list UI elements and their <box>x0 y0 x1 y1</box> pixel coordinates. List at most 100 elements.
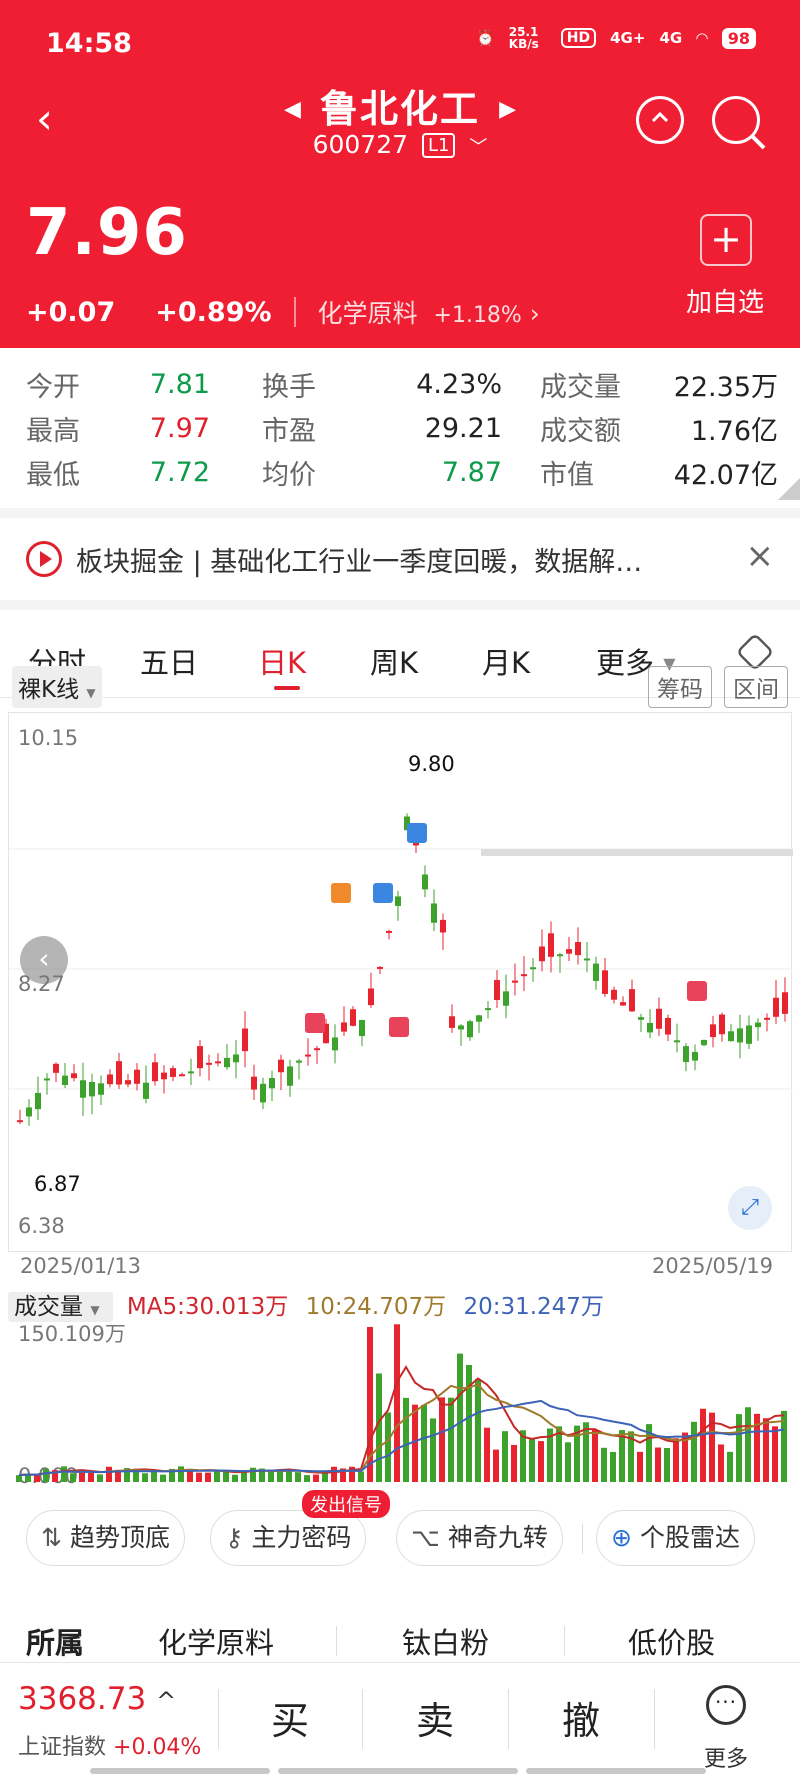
candle-body <box>368 988 374 1006</box>
volume-bar <box>718 1444 724 1482</box>
volume-bar <box>385 1412 391 1482</box>
candle-body <box>449 1016 455 1028</box>
key-icon: ⚷ <box>225 1523 244 1552</box>
add-watchlist-label[interactable]: 加自选 <box>686 282 764 319</box>
price-band <box>481 849 793 856</box>
candle-body <box>377 966 383 969</box>
candle-body <box>35 1092 41 1110</box>
stock-code: 600727 <box>312 130 409 159</box>
y-axis-bottom: 6.38 <box>18 1214 65 1238</box>
arrows-updown-icon: ⇅ <box>41 1523 62 1552</box>
buy-button[interactable]: 买 <box>218 1663 362 1778</box>
current-price: 7.96 <box>26 196 188 270</box>
candle-body <box>206 1062 212 1065</box>
volume-bar <box>736 1414 742 1482</box>
quote-label: 成交量 <box>540 371 621 403</box>
status-icons: ⏰ 25.1 KB/s HD 4G+ 4G ◠ 98 <box>476 26 756 50</box>
date-end: 2025/05/19 <box>652 1254 774 1278</box>
prev-stock-icon[interactable]: ◀ <box>284 97 301 122</box>
volume-bar <box>619 1430 625 1482</box>
volume-bar <box>700 1408 706 1482</box>
candle-body <box>134 1069 140 1084</box>
volume-bar <box>448 1397 454 1482</box>
alarm-icon: ⏰ <box>476 29 495 47</box>
kline-type-select[interactable]: 裸K线 ▼ <box>12 666 102 708</box>
sector-item[interactable]: 钛白粉 <box>402 1620 489 1662</box>
candle-body <box>89 1082 95 1097</box>
stock-radar-button[interactable]: ⊕ 个股雷达 <box>596 1510 755 1566</box>
next-stock-icon[interactable]: ▶ <box>499 97 516 122</box>
close-icon[interactable]: × <box>746 536 775 576</box>
range-button[interactable]: 区间 <box>724 666 788 708</box>
high-price-label: 9.80 <box>408 752 455 776</box>
tab-monthly-k[interactable]: 月K <box>482 640 530 682</box>
volume-bar <box>79 1472 85 1482</box>
tab-five-day[interactable]: 五日 <box>140 640 198 682</box>
chevron-down-icon: ﹀ <box>469 137 488 158</box>
sector-link[interactable]: 化学原料 +1.18% › <box>318 294 540 330</box>
stock-header: 14:58 ⏰ 25.1 KB/s HD 4G+ 4G ◠ 98 ‹ ◀ 鲁北化… <box>0 0 800 348</box>
index-name: 上证指数 +0.04% <box>18 1729 201 1761</box>
volume-bar <box>493 1449 499 1482</box>
nav-bar <box>278 1768 518 1774</box>
volume-bar <box>601 1447 607 1482</box>
sector-row: 所属 化学原料 钛白粉 低价股 <box>0 1606 800 1666</box>
candle-body <box>782 992 788 1014</box>
candle-body <box>359 1020 365 1037</box>
signal-marker <box>331 883 351 903</box>
candle-body <box>728 1031 734 1042</box>
low-price-label: 6.87 <box>34 1172 81 1196</box>
candle-body <box>701 1039 707 1046</box>
volume-bar <box>268 1470 274 1482</box>
quote-grid: 今开 7.81 换手 4.23% 成交量 22.35万 最高 7.97 市盈 2… <box>26 362 778 494</box>
index-value[interactable]: 3368.73 ^ <box>18 1681 176 1717</box>
volume-bar <box>88 1472 94 1482</box>
news-banner[interactable]: 板块掘金 | 基础化工行业一季度回暖，数据解… × <box>0 518 800 600</box>
candle-body <box>242 1028 248 1052</box>
tab-weekly-k[interactable]: 周K <box>370 640 418 682</box>
net-speed: 25.1 KB/s <box>508 25 539 51</box>
volume-bar <box>196 1472 202 1482</box>
main-force-code-button[interactable]: ⚷ 主力密码 <box>210 1510 367 1566</box>
signal-4g-icon: 4G <box>659 29 683 47</box>
refresh-icon[interactable] <box>636 96 684 144</box>
expand-corner-icon[interactable] <box>778 478 800 500</box>
candle-body <box>17 1120 23 1123</box>
chevron-left-icon[interactable]: ‹ <box>20 936 68 984</box>
candle-body <box>296 1060 302 1063</box>
volume-bar <box>403 1397 409 1482</box>
volume-bar <box>637 1451 643 1482</box>
candle-body <box>116 1061 122 1085</box>
quote-row: 今开 7.81 换手 4.23% 成交量 22.35万 <box>26 362 778 406</box>
more-icon[interactable]: ··· <box>706 1685 746 1725</box>
volume-bar <box>16 1475 22 1482</box>
fullscreen-icon[interactable]: ⤢ <box>728 1186 772 1230</box>
volume-bar <box>592 1429 598 1482</box>
candle-body <box>485 1008 491 1011</box>
tab-daily-k[interactable]: 日K <box>258 640 306 690</box>
chips-button[interactable]: 筹码 <box>648 666 712 708</box>
cancel-order-button[interactable]: 撤 <box>508 1663 654 1778</box>
volume-bar <box>331 1466 337 1482</box>
quote-row: 最低 7.72 均价 7.87 市值 42.07亿 <box>26 450 778 494</box>
add-watchlist-button[interactable]: + <box>700 214 752 266</box>
sector-item[interactable]: 低价股 <box>628 1620 715 1662</box>
candle-body <box>710 1024 716 1038</box>
candle-body <box>197 1046 203 1069</box>
volume-bar <box>313 1474 319 1482</box>
kline-chart[interactable] <box>8 712 793 1252</box>
sell-button[interactable]: 卖 <box>362 1663 508 1778</box>
signal-4gplus-icon: 4G+ <box>610 29 646 47</box>
candle-body <box>305 1054 311 1057</box>
candle-body <box>53 1063 59 1073</box>
volume-bar <box>457 1353 463 1482</box>
magic-nine-button[interactable]: ⌥ 神奇九转 <box>396 1510 563 1566</box>
sector-item[interactable]: 化学原料 <box>158 1620 274 1662</box>
more-label[interactable]: 更多 <box>704 1741 748 1773</box>
search-icon[interactable] <box>712 96 766 150</box>
volume-bar <box>583 1422 589 1482</box>
trend-top-bottom-button[interactable]: ⇅ 趋势顶底 <box>26 1510 185 1566</box>
wifi-icon: ◠ <box>696 29 708 47</box>
price-change-pct: +0.89% <box>155 296 272 328</box>
index-name-text: 上证指数 <box>18 1735 107 1760</box>
